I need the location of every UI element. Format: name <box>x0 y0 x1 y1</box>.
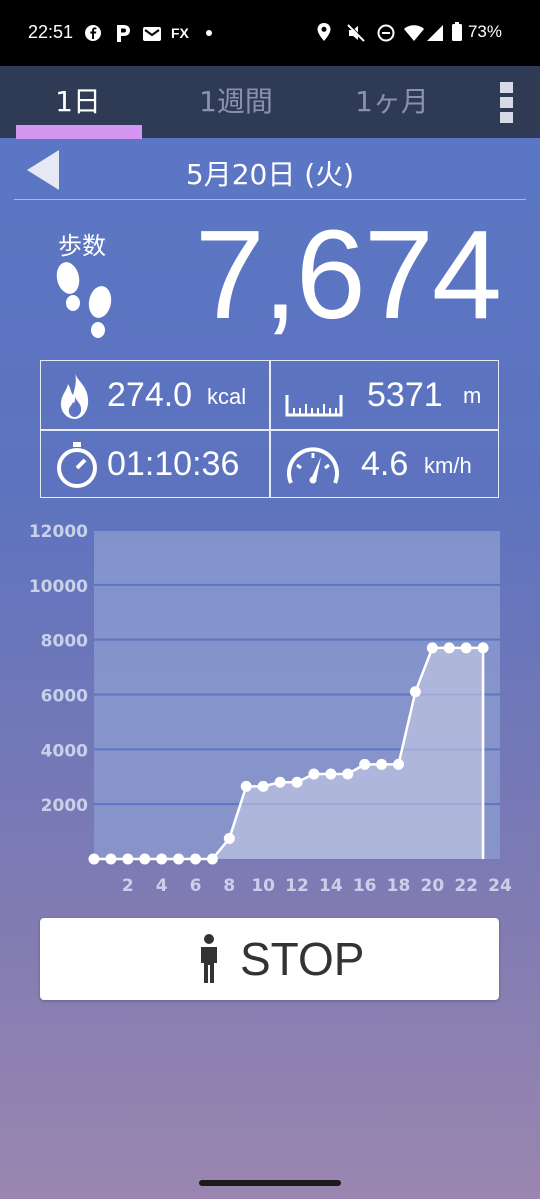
date-divider <box>14 199 526 200</box>
tab-1-month[interactable]: 1ヶ月 <box>322 80 462 120</box>
ruler-icon <box>285 395 343 417</box>
dnd-icon <box>377 24 395 42</box>
steps-title: 歩数 <box>58 232 106 260</box>
x-tick-label: 16 <box>353 876 377 896</box>
battery-icon <box>452 22 462 41</box>
x-tick-label: 6 <box>190 876 202 896</box>
tab-1-day[interactable]: 1日 <box>8 80 148 120</box>
chart-data-point <box>139 853 151 865</box>
chart-data-point <box>274 776 286 788</box>
date-label: 5月20日 (火) <box>185 158 355 191</box>
x-tick-label: 8 <box>223 876 235 896</box>
y-tick-label: 4000 <box>41 741 88 761</box>
footprints-icon <box>56 262 112 338</box>
chart-data-point <box>460 642 472 654</box>
x-tick-label: 12 <box>285 876 309 896</box>
chart-data-point <box>393 758 404 770</box>
chart-data-point <box>122 853 134 865</box>
y-tick-label: 6000 <box>41 687 88 707</box>
chart-data-point <box>308 768 320 780</box>
x-tick-label: 24 <box>488 876 512 896</box>
x-tick-label: 14 <box>319 876 343 896</box>
y-tick-label: 12000 <box>29 522 88 542</box>
mail-icon <box>143 27 161 41</box>
status-bar: 22:51 FX 73% <box>0 0 540 66</box>
stop-button-label: STOP <box>240 933 365 985</box>
stop-button[interactable]: STOP <box>40 918 499 1000</box>
facebook-icon <box>85 25 101 41</box>
chart-data-point <box>173 853 185 865</box>
x-tick-label: 22 <box>454 876 478 896</box>
x-tick-label: 20 <box>420 876 444 896</box>
p-app-icon <box>117 25 130 42</box>
x-tick-label: 2 <box>122 876 134 896</box>
stopwatch-icon <box>57 442 97 488</box>
calories-value: 274.0 <box>107 376 193 414</box>
walking-person-icon <box>201 934 217 983</box>
chart-data-point <box>342 768 354 780</box>
x-tick-label: 10 <box>251 876 275 896</box>
y-tick-label: 2000 <box>41 796 88 816</box>
speedometer-icon <box>287 447 339 484</box>
location-icon <box>317 23 331 41</box>
chart-data-point <box>105 853 117 865</box>
chart-data-point <box>409 686 421 698</box>
chart-data-point <box>156 853 168 865</box>
active-tab-indicator <box>16 125 142 139</box>
x-tick-label: 18 <box>387 876 411 896</box>
chart-data-point <box>223 832 235 844</box>
speed-unit: km/h <box>424 453 472 478</box>
signal-icon <box>427 25 443 41</box>
chart-data-point <box>240 780 252 792</box>
chart-data-point <box>325 768 337 780</box>
y-tick-label: 10000 <box>29 577 88 597</box>
overflow-menu-icon[interactable] <box>500 82 514 124</box>
chart-data-point <box>291 776 303 788</box>
chart-data-point <box>88 853 100 865</box>
calories-unit: kcal <box>207 384 247 409</box>
chart-data-point <box>206 853 218 865</box>
fx-icon: FX <box>171 25 189 41</box>
steps-hourly-chart: 200040006000800010000120002 4 6 8 10 12 14 16 18… <box>29 522 512 896</box>
chart-data-point <box>443 642 455 654</box>
duration-value: 01:10:36 <box>107 445 240 483</box>
distance-value: 5371 <box>367 376 443 414</box>
x-tick-label: 4 <box>156 876 168 896</box>
home-indicator[interactable] <box>199 1180 341 1186</box>
battery-percent: 73% <box>467 22 502 41</box>
mute-icon <box>347 23 366 42</box>
chart-data-point <box>359 758 371 770</box>
chart-data-point <box>257 780 269 792</box>
chart-data-point <box>190 853 201 865</box>
tab-1-week[interactable]: 1週間 <box>166 80 306 120</box>
y-tick-label: 8000 <box>41 632 88 652</box>
status-time: 22:51 <box>28 22 74 42</box>
steps-count: 7,674 <box>194 204 502 345</box>
chart-data-point <box>426 642 438 654</box>
dot-icon <box>206 30 212 36</box>
flame-icon <box>60 373 89 419</box>
chart-data-point <box>477 642 489 654</box>
stats-grid: 274.0 kcal 5371 m 01:10:36 4.6 km/h <box>40 360 499 498</box>
speed-value: 4.6 <box>361 445 409 483</box>
chart-data-point <box>376 758 388 770</box>
distance-unit: m <box>463 383 482 408</box>
wifi-icon <box>404 25 424 41</box>
